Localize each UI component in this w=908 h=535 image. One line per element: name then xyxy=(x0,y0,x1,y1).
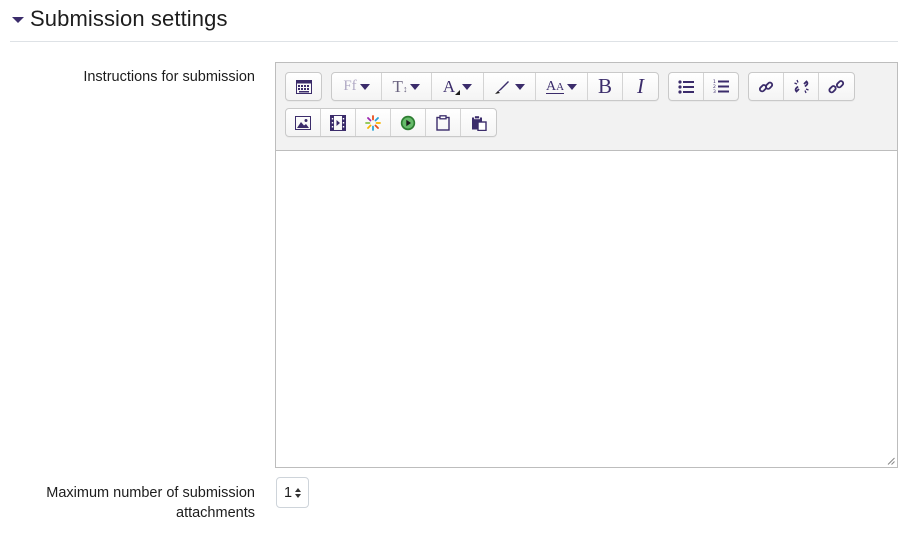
svg-text:3: 3 xyxy=(713,89,716,94)
font-size-button[interactable]: T↕ xyxy=(382,73,432,100)
dropdown-arrow-icon xyxy=(515,83,525,90)
bold-icon: B xyxy=(597,74,612,98)
caret-down-icon xyxy=(12,17,24,23)
unlink-icon xyxy=(793,79,809,94)
bold-button[interactable]: B xyxy=(588,73,623,100)
ordered-list-icon: 123 xyxy=(713,79,729,94)
max-attachments-value: 1 xyxy=(284,484,293,501)
font-color-icon: A xyxy=(443,77,461,97)
paste-icon xyxy=(471,114,487,131)
editor-toolbar: Ff T↕ A AA B I 1 2 3 xyxy=(276,63,897,151)
paste-button[interactable] xyxy=(461,109,496,136)
insert-media-icon xyxy=(330,114,346,131)
section-divider xyxy=(10,41,898,42)
manage-files-button[interactable] xyxy=(356,109,391,136)
font-size-icon: T↕ xyxy=(392,76,408,96)
instructions-label: Instructions for submission xyxy=(83,69,255,85)
font-family-icon: Ff xyxy=(343,78,357,94)
background-color-icon xyxy=(495,80,509,94)
record-video-icon xyxy=(400,115,416,130)
unordered-list-icon xyxy=(678,79,694,94)
toolbar-group-links xyxy=(748,72,855,101)
link-icon xyxy=(758,81,774,92)
anchor-link-button[interactable] xyxy=(819,73,854,100)
italic-icon: I xyxy=(637,74,644,98)
toolbar-group-media xyxy=(285,108,497,137)
select-arrows-icon xyxy=(295,487,302,498)
font-color-button[interactable]: A xyxy=(432,73,484,100)
section-toggle[interactable]: Submission settings xyxy=(12,6,228,32)
resize-handle-icon[interactable] xyxy=(887,457,895,465)
dropdown-arrow-icon xyxy=(462,83,473,90)
font-family-button[interactable]: Ff xyxy=(332,73,382,100)
toolbar-row-1: Ff T↕ A AA B I 1 2 3 xyxy=(285,72,897,101)
section-title: Submission settings xyxy=(30,6,228,31)
toolbar-row-2 xyxy=(285,108,897,137)
unordered-list-button[interactable] xyxy=(669,73,704,100)
max-attachments-label: Maximum number of submission attachments xyxy=(46,485,255,521)
max-attachments-select[interactable]: 1 xyxy=(276,477,309,508)
copy-button[interactable] xyxy=(426,109,461,136)
insert-media-button[interactable] xyxy=(321,109,356,136)
show-more-buttons-icon xyxy=(295,79,312,94)
manage-files-icon xyxy=(365,114,381,131)
background-color-button[interactable] xyxy=(484,73,536,100)
record-video-button[interactable] xyxy=(391,109,426,136)
dropdown-arrow-icon xyxy=(410,83,421,90)
copy-icon xyxy=(436,114,450,131)
show-more-buttons[interactable] xyxy=(286,73,321,100)
dropdown-arrow-icon xyxy=(359,83,370,90)
editor-content-area[interactable] xyxy=(276,151,897,467)
italic-button[interactable]: I xyxy=(623,73,658,100)
anchor-link-icon xyxy=(828,79,845,93)
link-button[interactable] xyxy=(749,73,784,100)
text-style-button[interactable]: AA xyxy=(536,73,588,100)
toolbar-group-collapse xyxy=(285,72,322,101)
text-style-icon: AA xyxy=(545,78,565,94)
instructions-editor: Ff T↕ A AA B I 1 2 3 xyxy=(275,62,898,468)
toolbar-group-lists: 123 xyxy=(668,72,739,101)
insert-image-button[interactable] xyxy=(286,109,321,136)
unlink-button[interactable] xyxy=(784,73,819,100)
ordered-list-button[interactable]: 123 xyxy=(704,73,738,100)
insert-image-icon xyxy=(295,115,311,130)
toolbar-group-style: Ff T↕ A AA B I xyxy=(331,72,659,101)
dropdown-arrow-icon xyxy=(567,83,578,90)
